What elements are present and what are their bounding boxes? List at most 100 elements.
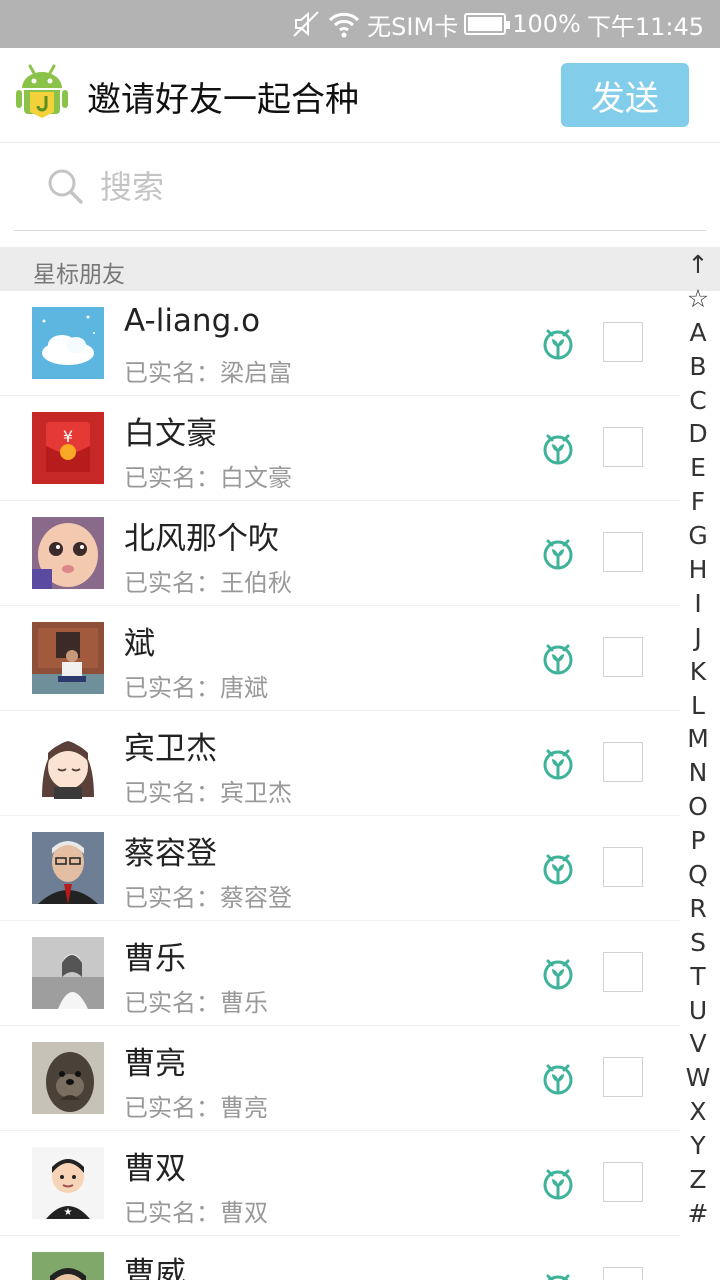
svg-text:★: ★ [64,1207,73,1218]
search-icon [46,167,84,209]
index-letter[interactable]: H [680,553,716,587]
contact-realname: 已实名：王伯秋 [124,569,292,597]
android-j-icon [16,62,68,120]
index-letter[interactable]: P [680,824,716,858]
select-checkbox[interactable] [603,742,643,782]
contact-realname: 已实名：唐斌 [124,674,268,702]
wifi-icon [327,9,361,39]
index-letter[interactable]: K [680,655,716,689]
sprout-icon [540,1165,576,1205]
avatar [32,1042,104,1114]
sprout-icon [540,430,576,470]
index-letter[interactable]: Z [680,1163,716,1197]
battery-icon [464,13,511,35]
avatar [32,937,104,1009]
avatar [32,307,104,379]
contact-name: 北风那个吹 [124,521,279,557]
index-letter[interactable]: F [680,485,716,519]
index-letter[interactable]: E [680,451,716,485]
index-letter[interactable]: R [680,892,716,926]
sprout-icon [540,745,576,785]
index-letter[interactable]: S [680,926,716,960]
index-letter[interactable]: ☆ [680,282,716,316]
contact-name: 白文豪 [124,416,217,452]
contact-name: 宾卫杰 [124,731,217,767]
index-letter[interactable]: C [680,384,716,418]
index-letter[interactable]: B [680,350,716,384]
index-letter[interactable]: D [680,417,716,451]
contact-row[interactable]: 蔡容登已实名：蔡容登 [0,816,680,921]
sprout-icon [540,535,576,575]
contact-name: 曹威 [124,1256,186,1280]
page-title: 邀请好友一起合种 [87,80,359,120]
avatar [32,622,104,694]
contact-realname: 已实名：曹乐 [124,989,268,1017]
contact-row[interactable]: 斌已实名：唐斌 [0,606,680,711]
index-letter[interactable]: X [680,1095,716,1129]
contact-row[interactable]: 曹威 [0,1236,680,1280]
index-letter[interactable]: G [680,519,716,553]
sprout-icon [540,1270,576,1280]
select-checkbox[interactable] [603,1267,643,1280]
contact-row[interactable]: 北风那个吹已实名：王伯秋 [0,501,680,606]
contact-name: 蔡容登 [124,836,217,872]
contact-name: A-liang.o [124,303,261,339]
avatar: ¥ [32,412,104,484]
contact-realname: 已实名：白文豪 [124,464,292,492]
contact-name: 曹亮 [124,1046,186,1082]
contact-row[interactable]: 宾卫杰 已实名：宾卫杰 [0,711,680,816]
contact-realname: 已实名：曹亮 [124,1094,268,1122]
avatar [32,1252,104,1280]
carrier-label: 无SIM卡 [367,12,459,41]
search-input[interactable] [100,163,660,211]
sprout-icon [540,640,576,680]
select-checkbox[interactable] [603,532,643,572]
alphabet-index-bar[interactable]: ↑ ☆ A B C D E F G H I J K L M N O P Q R S T U V W X Y Z # [680,248,716,1248]
index-letter[interactable]: Q [680,858,716,892]
index-letter[interactable]: J [680,621,716,655]
contact-row[interactable]: A-liang.o 已实名：梁启富 [0,291,680,396]
contact-row[interactable]: 曹乐已实名：曹乐 [0,921,680,1026]
contact-name: 曹乐 [124,941,186,977]
contact-name: 斌 [124,626,155,662]
section-header: 星标朋友 [0,247,720,291]
index-letter[interactable]: ↑ [680,248,716,282]
svg-text:¥: ¥ [63,427,73,446]
select-checkbox[interactable] [603,427,643,467]
index-letter[interactable]: I [680,587,716,621]
index-letter[interactable]: U [680,994,716,1028]
sprout-icon [540,850,576,890]
select-checkbox[interactable] [603,322,643,362]
index-letter[interactable]: # [680,1197,716,1231]
search-bar [14,143,706,231]
contact-row[interactable]: ¥ 白文豪已实名：白文豪 [0,396,680,501]
index-letter[interactable]: T [680,960,716,994]
contact-realname: 已实名：蔡容登 [124,884,292,912]
avatar [32,727,104,799]
index-letter[interactable]: Y [680,1129,716,1163]
contact-list: A-liang.o 已实名：梁启富 ¥ 白文豪已实名：白文豪北风那个吹已实名：王伯秋斌… [0,291,680,1280]
index-letter[interactable]: N [680,756,716,790]
sprout-icon [540,955,576,995]
contact-row[interactable]: ★ 曹双 已实名：曹双 [0,1131,680,1236]
select-checkbox[interactable] [603,637,643,677]
sprout-icon [540,1060,576,1100]
index-letter[interactable]: O [680,790,716,824]
section-title: 星标朋友 [33,262,125,288]
send-button[interactable]: 发送 [561,63,689,127]
sprout-icon [540,325,576,365]
index-letter[interactable]: W [680,1061,716,1095]
mute-icon [291,9,321,39]
contact-row[interactable]: 曹亮已实名：曹亮 [0,1026,680,1131]
index-letter[interactable]: M [680,722,716,756]
select-checkbox[interactable] [603,1162,643,1202]
battery-percent: 100% [512,10,581,38]
index-letter[interactable]: A [680,316,716,350]
contact-realname: 已实名：梁启富 [124,359,292,387]
contact-realname: 已实名：曹双 [124,1199,268,1227]
select-checkbox[interactable] [603,847,643,887]
index-letter[interactable]: V [680,1027,716,1061]
select-checkbox[interactable] [603,952,643,992]
select-checkbox[interactable] [603,1057,643,1097]
index-letter[interactable]: L [680,689,716,723]
